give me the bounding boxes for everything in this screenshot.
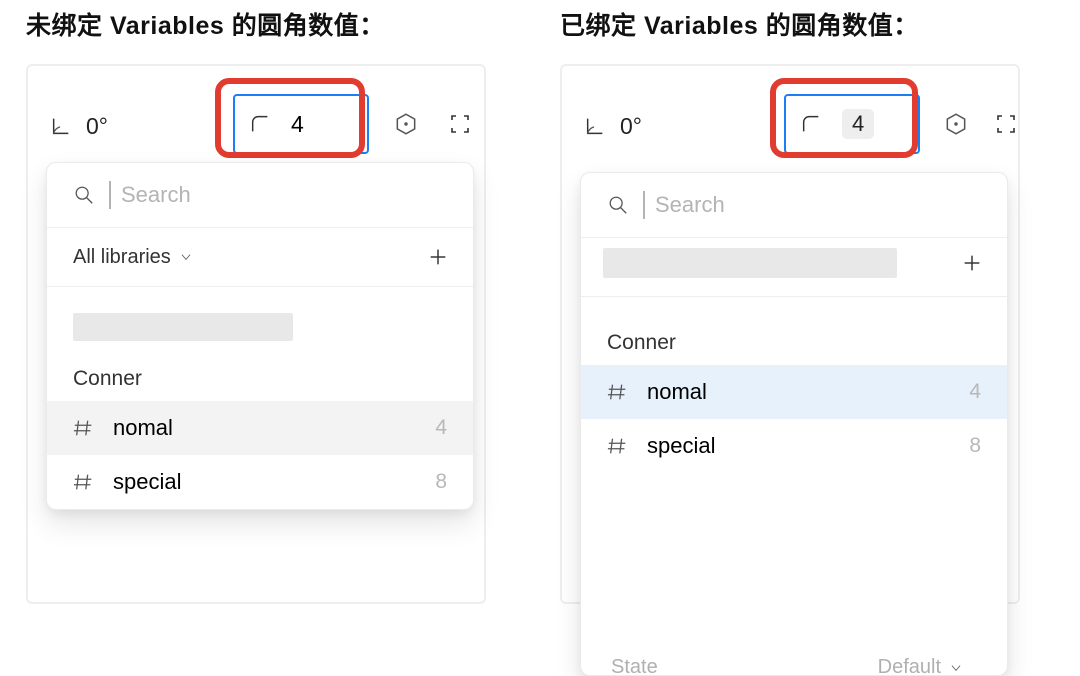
angle-icon [50, 115, 72, 137]
corner-radius-value-chip: 4 [842, 109, 874, 139]
hexagon-icon [393, 111, 419, 137]
libraries-label: All libraries [73, 246, 171, 269]
right-heading: 已绑定 Variables 的圆角数值： [560, 6, 1054, 42]
variable-value: 4 [435, 416, 447, 440]
libraries-row: All libraries [47, 228, 473, 287]
independent-corners-button[interactable] [438, 102, 482, 146]
text-caret [643, 191, 645, 219]
collection-label: Conner [581, 297, 1007, 365]
variable-item-special[interactable]: special 8 [47, 455, 473, 509]
state-label: State [611, 656, 658, 676]
left-heading: 未绑定 Variables 的圆角数值： [26, 6, 520, 42]
right-panel: 0° 4 [560, 64, 1020, 604]
independent-corners-icon [994, 112, 1018, 136]
variable-search-input[interactable] [653, 191, 981, 219]
collection-label: Conner [47, 345, 473, 401]
variable-name: nomal [113, 415, 173, 441]
number-icon [607, 435, 629, 457]
recent-placeholder [47, 287, 473, 345]
rotation-field[interactable]: 0° [50, 113, 108, 140]
left-panel: 0° 4 [26, 64, 486, 604]
libraries-row [581, 238, 1007, 297]
variable-value: 8 [969, 434, 981, 458]
variable-popover: Conner nomal 4 [580, 172, 1008, 676]
independent-corners-icon [448, 112, 472, 136]
state-dropdown[interactable]: Default [878, 656, 963, 676]
rotation-field[interactable]: 0° [584, 113, 642, 140]
angle-icon [584, 115, 606, 137]
search-icon [73, 184, 95, 206]
chevron-down-icon [179, 250, 193, 264]
variable-item-special[interactable]: special 8 [581, 419, 1007, 473]
variable-value: 8 [435, 470, 447, 494]
variable-item-nomal[interactable]: nomal 4 [47, 401, 473, 455]
number-icon [73, 417, 95, 439]
variable-picker-button[interactable] [934, 102, 978, 146]
placeholder-block [603, 248, 897, 278]
variable-picker-button[interactable] [384, 102, 428, 146]
add-library-button[interactable] [425, 244, 451, 270]
number-icon [73, 471, 95, 493]
variable-value: 4 [969, 380, 981, 404]
libraries-dropdown[interactable]: All libraries [73, 246, 193, 269]
plus-icon [961, 252, 983, 274]
variable-search-input[interactable] [119, 181, 447, 209]
variable-name: special [647, 433, 715, 459]
plus-icon [427, 246, 449, 268]
rotation-value: 0° [620, 113, 642, 140]
placeholder-block [73, 313, 293, 341]
hexagon-icon [943, 111, 969, 137]
corner-radius-value: 4 [291, 111, 304, 138]
corner-radius-icon [800, 113, 822, 135]
search-row [581, 173, 1007, 238]
search-row [47, 163, 473, 228]
state-value: Default [878, 656, 941, 676]
variable-popover: All libraries Conner [46, 162, 474, 510]
chevron-down-icon [949, 661, 963, 675]
corner-radius-field[interactable]: 4 [233, 94, 369, 154]
corner-radius-field[interactable]: 4 [784, 94, 920, 154]
number-icon [607, 381, 629, 403]
corner-radius-icon [249, 113, 271, 135]
add-library-button[interactable] [959, 250, 985, 276]
search-icon [607, 194, 629, 216]
variable-item-nomal[interactable]: nomal 4 [581, 365, 1007, 419]
rotation-value: 0° [86, 113, 108, 140]
independent-corners-button[interactable] [984, 102, 1028, 146]
text-caret [109, 181, 111, 209]
state-row: State Default [585, 650, 1003, 676]
variable-name: special [113, 469, 181, 495]
variable-name: nomal [647, 379, 707, 405]
